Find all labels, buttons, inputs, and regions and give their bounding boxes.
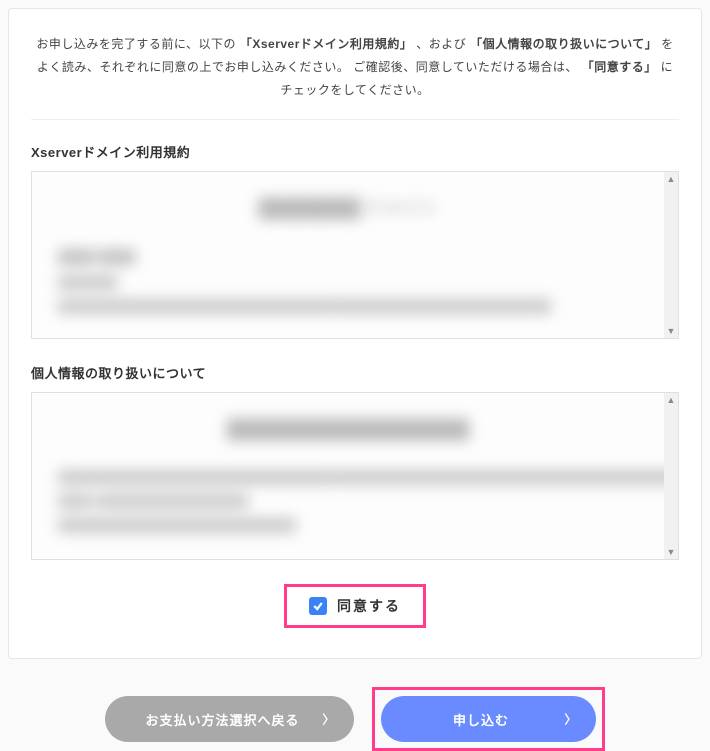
privacy-content-blurred: ███████████████████ ████████████████████… (32, 393, 664, 559)
check-icon (312, 600, 324, 612)
terms-section-title: Xserverドメイン利用規約 (31, 142, 679, 161)
back-button-label: お支払い方法選択へ戻る (145, 710, 299, 729)
intro-pre: お申し込みを完了する前に、以下の (36, 37, 236, 51)
scroll-down-icon[interactable]: ▼ (664, 324, 678, 338)
scroll-up-icon[interactable]: ▲ (664, 393, 678, 407)
agree-checkbox[interactable] (309, 597, 327, 615)
terms-card: お申し込みを完了する前に、以下の 「Xserverドメイン利用規約」 、および … (8, 8, 702, 659)
privacy-scrollbar[interactable]: ▲ ▼ (664, 393, 678, 559)
action-row: お支払い方法選択へ戻る 〉 申し込む 〉 (8, 687, 702, 751)
submit-button[interactable]: 申し込む 〉 (381, 696, 596, 742)
scroll-up-icon[interactable]: ▲ (664, 172, 678, 186)
terms-scrollbox[interactable]: ████████ ドメイン ████ ████ ███████ ████████… (31, 171, 679, 339)
chevron-right-icon: 〉 (322, 711, 335, 728)
submit-button-label: 申し込む (453, 710, 509, 729)
scroll-down-icon[interactable]: ▼ (664, 545, 678, 559)
agree-row: 同意する (31, 584, 679, 628)
intro-mid1: 、および (416, 37, 466, 51)
agree-label: 同意する (337, 596, 401, 616)
agree-highlight-box[interactable]: 同意する (284, 584, 426, 628)
privacy-section-title: 個人情報の取り扱いについて (31, 363, 679, 382)
back-button[interactable]: お支払い方法選択へ戻る 〉 (105, 696, 353, 742)
intro-bold-privacy: 「個人情報の取り扱いについて」 (470, 37, 657, 51)
terms-scrollbar[interactable]: ▲ ▼ (664, 172, 678, 338)
intro-text: お申し込みを完了する前に、以下の 「Xserverドメイン利用規約」 、および … (31, 33, 679, 120)
intro-bold-agree: 「同意する」 (582, 60, 657, 74)
chevron-right-icon: 〉 (564, 711, 577, 728)
terms-content-blurred: ████████ ドメイン ████ ████ ███████ ████████… (32, 172, 664, 338)
submit-highlight-box: 申し込む 〉 (372, 687, 605, 751)
privacy-scrollbox[interactable]: ███████████████████ ████████████████████… (31, 392, 679, 560)
intro-bold-terms: 「Xserverドメイン利用規約」 (240, 37, 413, 51)
